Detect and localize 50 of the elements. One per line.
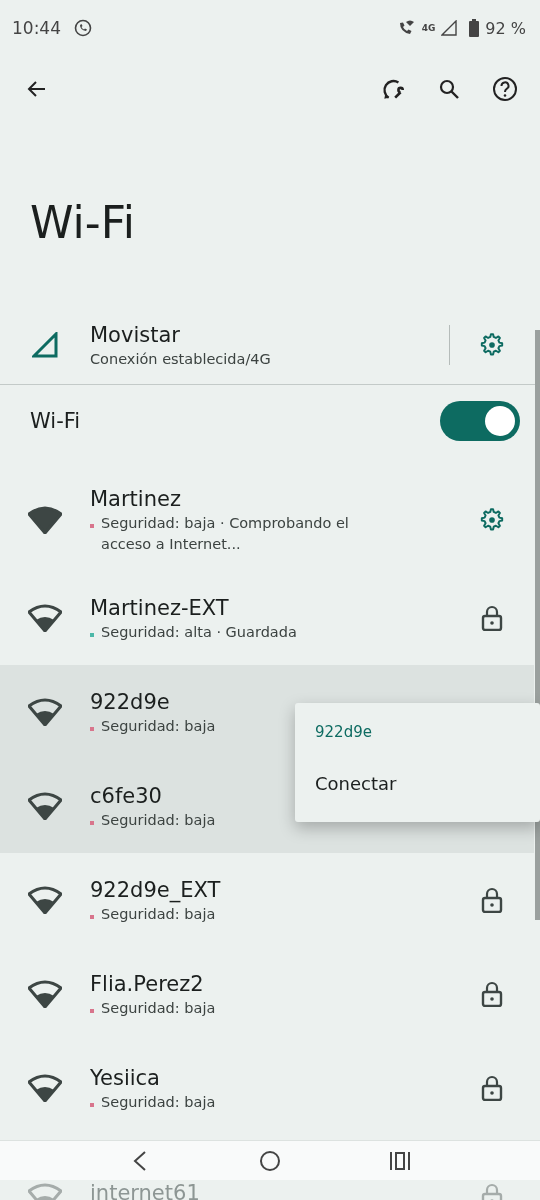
network-row[interactable]: 922d9e_EXT Seguridad: baja (0, 853, 534, 947)
help-icon (492, 76, 518, 102)
network-status: Seguridad: baja (101, 810, 216, 830)
battery-icon (469, 19, 480, 37)
network-status: Seguridad: baja (101, 716, 216, 736)
network-name: Yesiica (90, 1064, 160, 1092)
menu-title: 922d9e (314, 722, 373, 743)
network-status: Seguridad: baja · Comprobando el acceso a Internet... (101, 514, 350, 554)
wifi-signal-icon (28, 604, 62, 632)
network-row[interactable]: Martinez-EXT Seguridad: alta · Guardada (0, 571, 534, 665)
lock-icon (481, 1075, 503, 1101)
lock-icon (481, 605, 503, 631)
recents-icon (389, 1150, 411, 1171)
status-time: 10:44 (12, 18, 61, 38)
wifi-signal-icon (28, 1074, 62, 1102)
settings-icon (479, 507, 505, 533)
battery-percent: 92 % (485, 18, 526, 38)
lock-icon (481, 981, 503, 1007)
network-name: 922d9e_EXT (90, 876, 221, 904)
network-row[interactable]: Martinez Seguridad: baja · Comprobando el acceso a Internet... (0, 469, 534, 571)
network-type: 4G (421, 23, 436, 33)
wifi-label: Wi-Fi (30, 409, 82, 433)
home-circle-icon (259, 1149, 281, 1172)
network-name: c6fe30 (90, 782, 162, 810)
wifi-switch[interactable] (440, 401, 520, 441)
cell-signal-icon (441, 20, 458, 36)
wifi-signal-icon (28, 506, 62, 534)
page-title: Wi-Fi (30, 196, 136, 250)
network-row[interactable]: Yesiica Seguridad: baja (0, 1041, 534, 1135)
network-status: Seguridad: alta · Guardada (101, 622, 297, 642)
network-name: internet61 (90, 1183, 200, 1200)
carrier-name: Movistar (90, 321, 180, 349)
network-row[interactable]: Flia.Perez2 Seguridad: baja (0, 947, 534, 1041)
carrier-status: Conexión establecida/4G (90, 349, 272, 369)
cell-signal-icon (32, 332, 58, 358)
network-name: 922d9e (90, 688, 170, 716)
search-icon (437, 77, 461, 101)
network-status: Seguridad: baja (101, 1092, 216, 1112)
chat-app-icon (73, 18, 93, 38)
wifi-signal-icon (28, 886, 62, 914)
settings-icon (479, 332, 505, 358)
wifi-signal-icon (28, 698, 62, 726)
network-status: Seguridad: baja (101, 998, 216, 1018)
wifi-signal-icon (28, 792, 62, 820)
network-name: Flia.Perez2 (90, 970, 204, 998)
network-name: Martinez-EXT (90, 594, 229, 622)
wifi-signal-icon (28, 980, 62, 1008)
lock-icon (481, 887, 503, 913)
network-name: Martinez (90, 486, 181, 513)
network-status: Seguridad: baja (101, 904, 216, 924)
